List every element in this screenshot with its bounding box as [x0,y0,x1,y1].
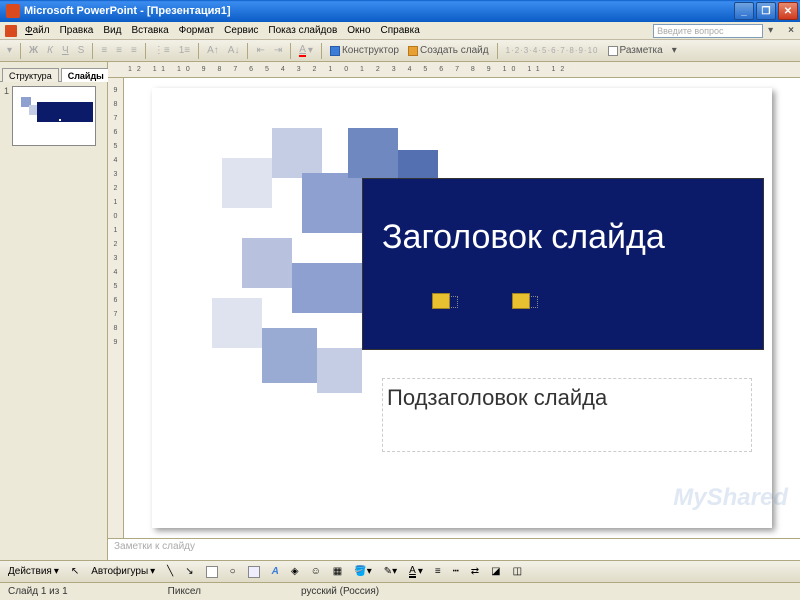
fill-color-button[interactable]: 🪣▾ [350,565,375,578]
menu-tools[interactable]: Сервис [219,25,263,36]
menu-insert[interactable]: Вставка [126,25,173,36]
line-weight-button[interactable]: ≡ [431,565,445,578]
menu-bar: Файл Правка Вид Вставка Формат Сервис По… [0,22,800,40]
slide[interactable]: Заголовок слайда Подзаголовок слайда [152,88,772,528]
designer-button[interactable]: Конструктор [327,44,402,57]
workspace: Структура Слайды × 1 12 11 10 9 8 7 6 5 … [0,62,800,560]
italic-button[interactable]: К [44,44,56,57]
help-search-input[interactable]: Введите вопрос [653,24,763,38]
menu-view[interactable]: Вид [98,25,126,36]
align-center-button[interactable]: ≡ [113,44,125,57]
wordart-tool[interactable]: A [268,565,283,578]
line-color-button[interactable]: ✎▾ [380,565,401,578]
font-color-button[interactable]: A ▾ [296,43,316,58]
status-bar: Слайд 1 из 1 Пиксел русский (Россия) [0,582,800,600]
align-left-button[interactable]: ≡ [98,44,110,57]
window-titlebar: Microsoft PowerPoint - [Презентация1] _ … [0,0,800,22]
shadow-style-button[interactable]: ◪ [487,565,504,578]
menu-file[interactable]: Файл [20,25,55,36]
dash-style-button[interactable]: ┅ [449,565,463,578]
doc-icon [5,25,17,37]
decrease-indent-button[interactable]: ⇤ [253,44,267,57]
notes-pane[interactable]: Заметки к слайду [108,538,800,560]
sidebar-tabstrip: Структура Слайды × [0,62,107,82]
clipart-tool[interactable]: ☺ [307,565,325,578]
slide-canvas[interactable]: Заголовок слайда Подзаголовок слайда [124,78,800,538]
tab-slides[interactable]: Слайды [61,68,111,82]
font-color-button-2[interactable]: A▾ [405,564,427,579]
menu-window[interactable]: Окно [342,25,375,36]
thumbnail-preview[interactable] [12,86,96,146]
doc-close-button[interactable]: × [784,25,798,36]
thumbnail-panel: 1 [0,82,107,560]
3d-style-button[interactable]: ◫ [509,565,526,578]
title-background [362,178,764,350]
underline-button[interactable]: Ч [59,44,72,57]
align-right-button[interactable]: ≡ [128,44,140,57]
bullets-button[interactable]: ⋮≡ [151,44,173,57]
toolbar-overflow-button[interactable]: ▾ [669,44,680,57]
textbox-tool[interactable] [244,565,264,579]
window-title: Microsoft PowerPoint - [Презентация1] [24,5,734,17]
sound-icon[interactable] [512,293,530,309]
slides-sidebar: Структура Слайды × 1 [0,62,108,560]
menu-slideshow[interactable]: Показ слайдов [263,25,342,36]
minimize-button[interactable]: _ [734,2,754,20]
editor-area: 12 11 10 9 8 7 6 5 4 3 2 1 0 1 2 3 4 5 6… [108,62,800,560]
maximize-button[interactable]: ❐ [756,2,776,20]
actions-menu[interactable]: Действия ▾ [4,565,63,578]
menu-help[interactable]: Справка [376,25,425,36]
shadow-button[interactable]: S [75,44,88,57]
drawing-toolbar: Действия ▾ ↖ Автофигуры ▾ ╲ ↘ ○ A ◈ ☺ ▦ … [0,560,800,582]
increase-font-button[interactable]: A↑ [204,44,222,57]
layout-button[interactable]: Разметка [605,44,666,57]
picture-tool[interactable]: ▦ [329,565,346,578]
formatting-toolbar: ▾ Ж К Ч S ≡ ≡ ≡ ⋮≡ 1≡ A↑ A↓ ⇤ ⇥ A ▾ Конс… [0,40,800,62]
thumbnail-item[interactable]: 1 [4,86,103,146]
increase-indent-button[interactable]: ⇥ [271,44,285,57]
autoshapes-menu[interactable]: Автофигуры ▾ [87,565,159,578]
doc-restore-button[interactable]: ▾ [763,25,778,36]
status-language[interactable]: русский (Россия) [301,586,379,597]
menu-edit[interactable]: Правка [55,25,99,36]
oval-tool[interactable]: ○ [226,565,240,578]
watermark: MyShared [673,484,788,512]
rectangle-tool[interactable] [202,565,222,579]
thumbnail-number: 1 [4,86,9,146]
sound-icon[interactable] [432,293,450,309]
slide-title-placeholder[interactable]: Заголовок слайда [382,218,752,257]
status-theme: Пиксел [168,586,201,597]
close-button[interactable]: ✕ [778,2,798,20]
powerpoint-icon [6,4,20,18]
arrow-tool[interactable]: ↘ [181,565,197,578]
decrease-font-button[interactable]: A↓ [225,44,243,57]
status-slide-position: Слайд 1 из 1 [8,586,68,597]
tab-outline[interactable]: Структура [2,68,59,82]
ruler-horizontal[interactable]: 12 11 10 9 8 7 6 5 4 3 2 1 0 1 2 3 4 5 6… [108,62,800,78]
select-tool[interactable]: ↖ [67,565,83,578]
bold-button[interactable]: Ж [26,44,41,57]
ruler-nums: 1·2·3·4·5·6·7·8·9·10 [503,45,602,56]
line-tool[interactable]: ╲ [163,565,177,578]
numbering-button[interactable]: 1≡ [176,44,193,57]
new-slide-button[interactable]: Создать слайд [405,44,492,57]
menu-format[interactable]: Формат [174,25,220,36]
diagram-tool[interactable]: ◈ [287,565,303,578]
font-size-field[interactable]: ▾ [4,44,15,57]
slide-subtitle-placeholder[interactable]: Подзаголовок слайда [382,378,752,452]
ruler-vertical[interactable]: 9876543210123456789 [108,78,124,538]
arrow-style-button[interactable]: ⇄ [467,565,483,578]
